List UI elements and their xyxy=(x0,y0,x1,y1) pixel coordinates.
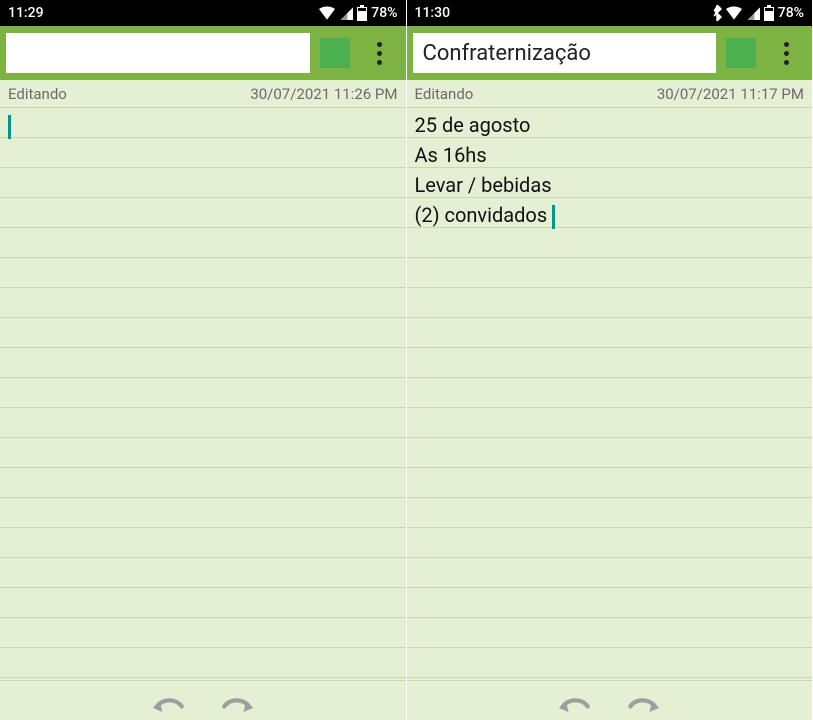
redo-icon xyxy=(627,690,661,712)
edit-state-label: Editando xyxy=(8,85,67,103)
undo-button[interactable] xyxy=(151,690,185,712)
status-right: 78% xyxy=(712,5,804,21)
note-body[interactable]: 25 de agosto As 16hs Levar / bebidas (2)… xyxy=(407,108,813,680)
note-title-input[interactable] xyxy=(6,33,310,73)
battery-icon xyxy=(357,5,367,21)
color-swatch-button[interactable] xyxy=(726,38,756,68)
screen-left: 11:29 78% Editando 30/07/2021 11:26 PM xyxy=(0,0,407,720)
overflow-menu-button[interactable] xyxy=(766,33,806,73)
edit-date-label: 30/07/2021 11:26 PM xyxy=(250,85,397,103)
cell-signal-icon xyxy=(339,6,353,20)
app-bar xyxy=(407,26,813,80)
status-bar: 11:30 78% xyxy=(407,0,813,26)
status-clock: 11:29 xyxy=(8,5,44,21)
app-bar xyxy=(0,26,406,80)
note-text: 25 de agosto As 16hs Levar / bebidas (2)… xyxy=(415,113,552,227)
more-vert-icon xyxy=(377,51,382,56)
status-battery-percent: 78% xyxy=(371,5,397,21)
note-body[interactable] xyxy=(0,108,406,680)
wifi-icon xyxy=(319,6,335,20)
undo-icon xyxy=(557,690,591,712)
more-vert-icon xyxy=(784,51,789,56)
meta-row: Editando 30/07/2021 11:26 PM xyxy=(0,80,406,108)
edit-state-label: Editando xyxy=(415,85,474,103)
text-cursor xyxy=(552,205,555,229)
undo-icon xyxy=(151,690,185,712)
screen-right: 11:30 78% Editando 30/07/2021 11:17 PM xyxy=(407,0,813,720)
edit-date-label: 30/07/2021 11:17 PM xyxy=(657,85,804,103)
status-right: 78% xyxy=(319,5,397,21)
overflow-menu-button[interactable] xyxy=(360,33,400,73)
redo-button[interactable] xyxy=(221,690,255,712)
note-title-input[interactable] xyxy=(413,33,717,73)
bottom-bar xyxy=(0,680,406,720)
wifi-icon xyxy=(726,6,742,20)
status-clock: 11:30 xyxy=(415,5,451,21)
undo-button[interactable] xyxy=(557,690,591,712)
meta-row: Editando 30/07/2021 11:17 PM xyxy=(407,80,813,108)
status-battery-percent: 78% xyxy=(778,5,804,21)
status-bar: 11:29 78% xyxy=(0,0,406,26)
cell-signal-icon xyxy=(746,6,760,20)
redo-button[interactable] xyxy=(627,690,661,712)
battery-icon xyxy=(764,5,774,21)
bottom-bar xyxy=(407,680,813,720)
text-cursor xyxy=(8,115,11,139)
redo-icon xyxy=(221,690,255,712)
color-swatch-button[interactable] xyxy=(320,38,350,68)
bluetooth-icon xyxy=(712,5,722,21)
